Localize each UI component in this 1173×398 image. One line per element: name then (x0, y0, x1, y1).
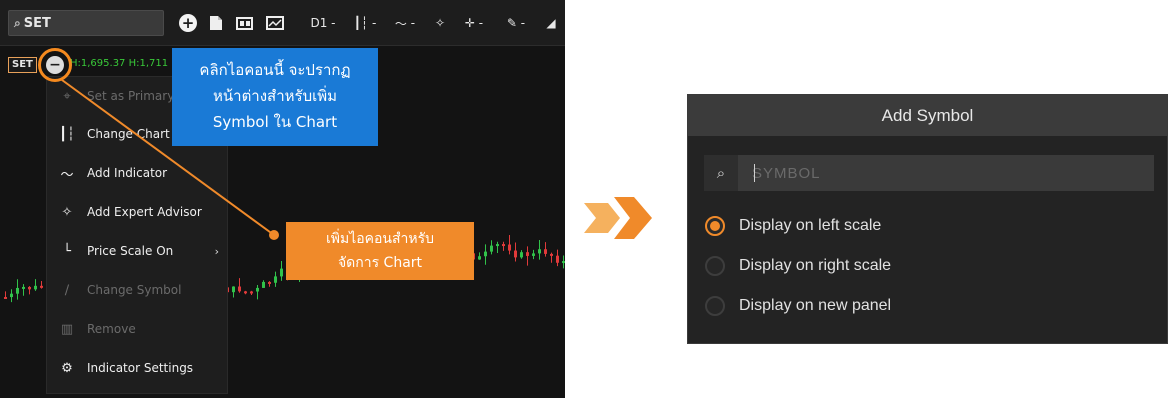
option-left-scale[interactable]: Display on left scale (705, 213, 881, 239)
option-label: Display on new panel (739, 297, 892, 314)
manage-chart-callout: เพิ่มไอคอนสำหรับ จัดการ Chart (286, 222, 474, 280)
add-symbol-callout: คลิกไอคอนนี้ จะปรากฏ หน้าต่างสำหรับเพิ่ม… (172, 48, 378, 146)
option-right-scale[interactable]: Display on right scale (705, 253, 891, 279)
option-label: Display on left scale (739, 217, 882, 234)
radio-button[interactable] (705, 216, 725, 236)
callout-line: เพิ่มไอคอนสำหรับ (325, 231, 435, 247)
add-symbol-dialog: Add Symbol ⌕ Display on left scale Displ… (687, 94, 1168, 344)
option-new-panel[interactable]: Display on new panel (705, 293, 891, 319)
callout-line: คลิกไอคอนนี้ จะปรากฏ (199, 61, 351, 79)
search-icon: ⌕ (704, 155, 738, 191)
minus-icon: − (49, 57, 61, 73)
chart-menu-toggle-button[interactable]: − (46, 56, 64, 74)
radio-button[interactable] (705, 256, 725, 276)
text-caret (754, 164, 755, 182)
callout-line: จัดการ Chart (337, 255, 423, 271)
symbol-input[interactable] (738, 155, 1154, 191)
symbol-search-row: ⌕ (704, 155, 1154, 191)
radio-button[interactable] (705, 296, 725, 316)
callout-line: Symbol ใน Chart (212, 113, 338, 131)
double-chevron-arrow-icon (584, 197, 652, 239)
dialog-title: Add Symbol (688, 95, 1167, 136)
option-label: Display on right scale (739, 257, 892, 274)
trading-screen: ⌕ SET + D1 - ┃┆ - 〜 - ✧ ✛ - ✎ - ◢ SET H:… (0, 0, 565, 398)
callout-line: หน้าต่างสำหรับเพิ่ม (213, 87, 337, 105)
